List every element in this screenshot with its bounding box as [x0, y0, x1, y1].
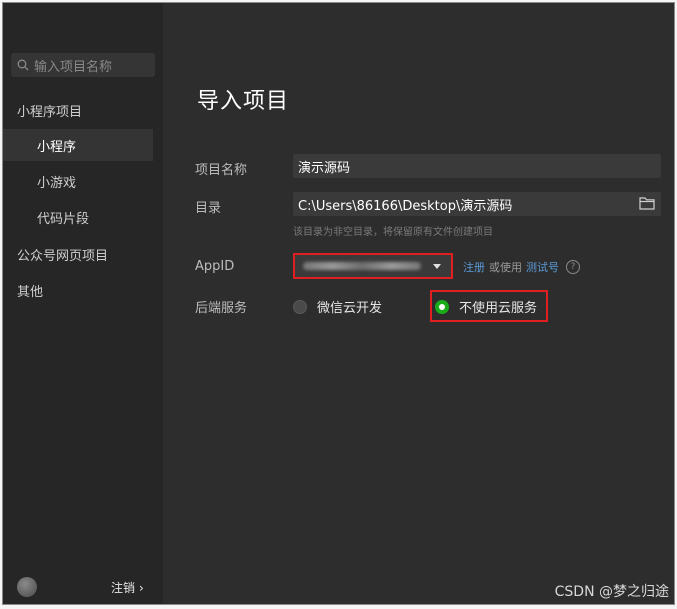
- project-name-label: 项目名称: [195, 163, 248, 178]
- radio-unchecked-icon: [293, 299, 307, 314]
- sidebar-item-label: 小程序: [37, 139, 77, 155]
- nav-group-other[interactable]: 其他: [17, 281, 43, 300]
- appid-label: AppID: [195, 259, 235, 274]
- sidebar-item-minigame[interactable]: 小游戏: [3, 165, 153, 197]
- dropdown-caret-icon: [433, 264, 441, 269]
- avatar[interactable]: [17, 577, 37, 597]
- page-title: 导入项目: [197, 89, 290, 114]
- sidebar: 输入项目名称 小程序项目 小程序 小游戏 代码片段 公众号网页项目 其他 注销 …: [3, 3, 163, 604]
- backend-service-label: 后端服务: [195, 301, 248, 316]
- directory-input[interactable]: C:\Users\86166\Desktop\演示源码: [293, 192, 661, 216]
- folder-icon[interactable]: [639, 196, 655, 210]
- radio-no-cloud[interactable]: 不使用云服务: [435, 297, 537, 316]
- directory-label: 目录: [195, 201, 222, 216]
- appid-select[interactable]: [293, 253, 453, 279]
- search-placeholder: 输入项目名称: [34, 59, 113, 75]
- appid-links: 注册 或使用 测试号 ?: [463, 259, 580, 275]
- project-name-value: 演示源码: [298, 160, 351, 176]
- project-name-input[interactable]: 演示源码: [293, 154, 661, 178]
- radio-cloud-dev[interactable]: 微信云开发: [293, 297, 382, 316]
- sidebar-item-code-snippet[interactable]: 代码片段: [3, 201, 153, 233]
- directory-value: C:\Users\86166\Desktop\演示源码: [298, 198, 513, 214]
- search-icon: [17, 59, 29, 71]
- register-link[interactable]: 注册: [463, 259, 485, 275]
- appid-blurred-value: [303, 262, 421, 270]
- directory-hint: 该目录为非空目录，将保留原有文件创建项目: [293, 227, 493, 238]
- watermark: CSDN @梦之归途: [554, 584, 669, 600]
- logout-label: 注销: [111, 581, 136, 595]
- search-box[interactable]: 输入项目名称: [11, 53, 155, 77]
- nav-group-miniprogram[interactable]: 小程序项目: [17, 101, 82, 120]
- main-panel: 导入项目 项目名称 演示源码 目录 C:\Users\86166\Desktop…: [163, 3, 674, 604]
- help-icon[interactable]: ?: [566, 260, 580, 274]
- test-account-link[interactable]: 测试号: [526, 259, 559, 275]
- import-project-window: 输入项目名称 小程序项目 小程序 小游戏 代码片段 公众号网页项目 其他 注销 …: [2, 2, 675, 605]
- sidebar-item-label: 小游戏: [37, 175, 77, 191]
- radio-no-cloud-label: 不使用云服务: [459, 301, 538, 316]
- sidebar-item-miniprogram[interactable]: 小程序: [3, 129, 153, 161]
- logout-button[interactable]: 注销 ›: [111, 579, 144, 596]
- sidebar-item-label: 代码片段: [37, 211, 90, 227]
- radio-cloud-dev-label: 微信云开发: [317, 301, 383, 316]
- radio-checked-icon: [435, 299, 449, 314]
- chevron-right-icon: ›: [139, 580, 144, 595]
- or-use-text: 或使用: [489, 261, 522, 274]
- nav-group-official-account[interactable]: 公众号网页项目: [17, 245, 108, 264]
